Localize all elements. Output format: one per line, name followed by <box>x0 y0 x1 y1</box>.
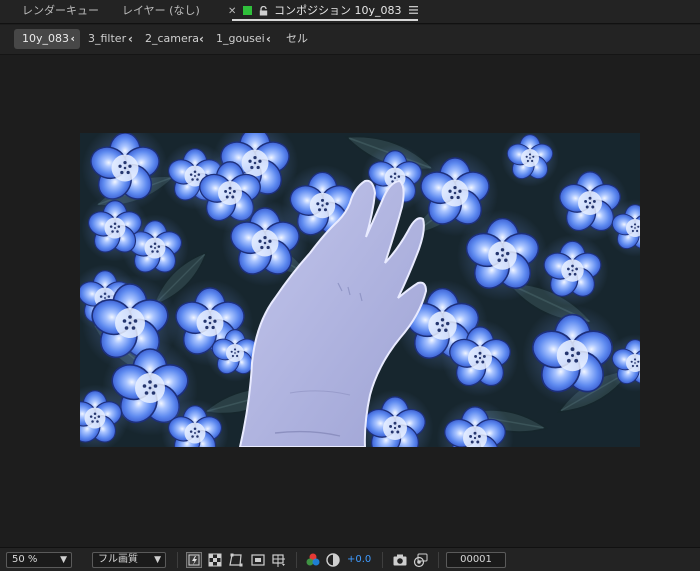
viewer-toolbar: 50 % ▼ フル画質 ▼ +0.0 00001 <box>0 547 700 571</box>
chevron-left-icon: ‹ <box>266 32 271 46</box>
lock-icon[interactable] <box>259 2 268 24</box>
composition-viewer[interactable] <box>0 56 700 547</box>
chevron-down-icon: ▼ <box>60 555 67 565</box>
breadcrumb-label: 10y_083 <box>22 32 70 45</box>
breadcrumb-label: 3_filter <box>88 32 127 45</box>
color-label-swatch <box>243 6 252 15</box>
current-frame-field[interactable]: 00001 <box>446 552 506 568</box>
chevron-left-icon: ‹ <box>199 32 204 46</box>
breadcrumb-item-2-camera[interactable]: 2_camera <box>145 29 199 49</box>
breadcrumb-item-cel[interactable]: セル <box>286 29 308 49</box>
chevron-left-icon: ‹ <box>128 32 133 46</box>
panel-menu-icon[interactable] <box>408 0 418 22</box>
magnification-dropdown[interactable]: 50 % ▼ <box>6 552 72 568</box>
breadcrumb-item-10y-083[interactable]: 10y_083 ‹ <box>14 29 80 49</box>
toolbar-divider <box>438 552 439 568</box>
region-of-interest-icon[interactable] <box>250 552 266 568</box>
breadcrumb-label: 2_camera <box>145 32 200 45</box>
show-snapshot-icon[interactable] <box>413 552 429 568</box>
breadcrumb-item-1-gousei[interactable]: 1_gousei <box>216 29 265 49</box>
composition-artwork <box>80 133 640 447</box>
composition-navigator: 10y_083 ‹ 3_filter ‹ 2_camera ‹ 1_gousei… <box>0 25 700 55</box>
fast-preview-icon[interactable] <box>186 552 202 568</box>
snapshot-camera-icon[interactable] <box>392 552 408 568</box>
tab-render-queue[interactable]: レンダーキュー <box>22 0 99 24</box>
breadcrumb-label: 1_gousei <box>216 32 265 45</box>
magnification-value: 50 % <box>12 554 38 565</box>
tab-layer[interactable]: レイヤー (なし) <box>122 0 200 24</box>
guides-icon[interactable] <box>271 552 287 568</box>
mask-path-icon[interactable] <box>228 552 244 568</box>
chevron-left-icon: ‹ <box>70 32 75 45</box>
current-frame-value: 00001 <box>460 554 492 565</box>
toolbar-divider <box>177 552 178 568</box>
tab-layer-label: レイヤー (なし) <box>122 4 200 17</box>
close-icon[interactable]: ✕ <box>228 1 238 23</box>
resolution-dropdown[interactable]: フル画質 ▼ <box>92 552 166 568</box>
composition-frame[interactable] <box>80 133 640 447</box>
resolution-value: フル画質 <box>98 554 138 565</box>
transparency-grid-icon[interactable] <box>207 552 223 568</box>
toolbar-divider <box>296 552 297 568</box>
tab-composition[interactable]: ✕ コンポジション 10y_083 <box>228 0 418 24</box>
breadcrumb-label: セル <box>286 32 308 45</box>
breadcrumb-item-3-filter[interactable]: 3_filter <box>88 29 126 49</box>
exposure-reset-icon[interactable] <box>325 552 341 568</box>
chevron-down-icon: ▼ <box>154 555 161 565</box>
exposure-value[interactable]: +0.0 <box>347 553 371 567</box>
channel-icon[interactable] <box>305 552 321 568</box>
tab-render-queue-label: レンダーキュー <box>22 4 99 17</box>
tab-composition-label: コンポジション 10y_083 <box>274 4 402 17</box>
toolbar-divider <box>382 552 383 568</box>
panel-tab-bar: レンダーキュー レイヤー (なし) ✕ コンポジション 10y_083 <box>0 0 700 24</box>
